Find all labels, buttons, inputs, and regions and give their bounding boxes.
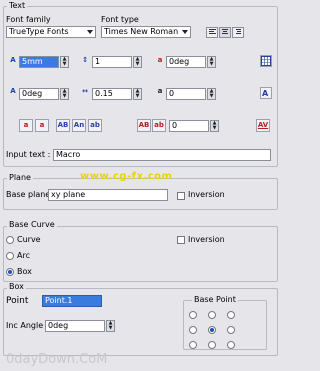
arrow-down-icon[interactable]: ▼: [208, 94, 215, 99]
font-family-dropdown[interactable]: TrueType Fonts: [6, 26, 96, 38]
font-options-icon[interactable]: A: [260, 87, 272, 99]
base-point-top-right[interactable]: [227, 311, 235, 319]
font-type-label: Font type: [101, 15, 139, 24]
base-point-bottom-right[interactable]: [227, 341, 235, 349]
letter-a-icon: A: [262, 89, 269, 98]
arrow-down-icon[interactable]: ▼: [134, 62, 141, 67]
radio-arc[interactable]: [6, 252, 14, 260]
text-size-field[interactable]: 5mm: [19, 56, 59, 68]
radio-box[interactable]: [6, 268, 14, 276]
inc-angle-field[interactable]: 0deg: [45, 320, 105, 332]
lowercase-button[interactable]: ab: [88, 119, 102, 132]
spacing2-icon: a: [157, 87, 163, 95]
subscript-button[interactable]: a: [35, 119, 49, 132]
ratio-spinner[interactable]: ▲ ▼: [133, 56, 142, 68]
font-type-value: Times New Roman: [104, 27, 179, 36]
radio-arc-label: Arc: [17, 251, 30, 260]
base-point-middle-right[interactable]: [227, 326, 235, 334]
slant-spinner[interactable]: ▲ ▼: [207, 56, 216, 68]
ratio-icon: ↕: [82, 56, 88, 64]
plane-section-title: Plane: [7, 173, 33, 182]
base-point-label: Base Point: [192, 295, 238, 304]
radio-curve[interactable]: [6, 236, 14, 244]
input-text-field[interactable]: Macro: [53, 149, 271, 161]
svg-text:A: A: [262, 89, 269, 98]
chevron-down-icon: [182, 30, 188, 34]
arrow-down-icon[interactable]: ▼: [211, 126, 218, 131]
av-kerning-icon[interactable]: AV: [256, 119, 270, 132]
text-size-spinner[interactable]: ▲ ▼: [60, 56, 69, 68]
plane-inversion-checkbox[interactable]: [177, 192, 185, 200]
point-field[interactable]: Point.1: [42, 295, 102, 307]
ratio-field[interactable]: 1: [92, 56, 132, 68]
slant-icon: a: [157, 56, 163, 64]
arrow-down-icon[interactable]: ▼: [134, 94, 141, 99]
spacing-field[interactable]: 0.15: [92, 88, 132, 100]
case-lower-button[interactable]: ab: [152, 119, 166, 132]
radio-curve-label: Curve: [17, 235, 41, 244]
spacing2-spinner[interactable]: ▲ ▼: [207, 88, 216, 100]
capitalize-button[interactable]: An: [72, 119, 86, 132]
text-section-title: Text: [7, 1, 28, 10]
base-plane-label: Base plane: [6, 190, 51, 199]
inc-angle-label: Inc Angle: [6, 321, 44, 330]
slant-field[interactable]: 0deg: [166, 56, 206, 68]
point-label: Point: [6, 296, 29, 306]
curve-inversion-label: Inversion: [188, 235, 225, 244]
base-point-bottom-left[interactable]: [189, 341, 197, 349]
radio-box-label: Box: [17, 267, 32, 276]
font-family-value: TrueType Fonts: [9, 27, 69, 36]
watermark-bottom: 0dayDown.CoM: [6, 352, 108, 367]
curve-inversion-checkbox[interactable]: [177, 236, 185, 244]
font-family-label: Font family: [6, 15, 51, 24]
base-curve-section-title: Base Curve: [7, 220, 57, 229]
spacing-spinner[interactable]: ▲ ▼: [133, 88, 142, 100]
align-right-button[interactable]: [232, 27, 244, 38]
spacing2-field[interactable]: 0: [166, 88, 206, 100]
rotation-field[interactable]: 0deg: [19, 88, 59, 100]
align-left-button[interactable]: [206, 27, 218, 38]
uppercase-button[interactable]: AB: [56, 119, 70, 132]
box-section-title: Box: [7, 282, 26, 291]
base-point-bottom-center[interactable]: [208, 341, 216, 349]
base-point-top-center[interactable]: [208, 311, 216, 319]
watermark-center: www.cg-fx.com: [80, 171, 173, 182]
grid-icon: [261, 56, 271, 66]
case-upper-button[interactable]: AB: [137, 119, 151, 132]
case-field[interactable]: 0: [169, 120, 209, 132]
text-size-icon: A: [10, 56, 16, 64]
case-spinner[interactable]: ▲ ▼: [210, 120, 219, 132]
arrow-down-icon[interactable]: ▼: [61, 62, 68, 67]
base-point-middle-center[interactable]: [208, 326, 216, 334]
rotation-spinner[interactable]: ▲ ▼: [60, 88, 69, 100]
arrow-down-icon[interactable]: ▼: [61, 94, 68, 99]
table-icon[interactable]: [260, 55, 272, 67]
align-center-button[interactable]: [219, 27, 231, 38]
arrow-down-icon[interactable]: ▼: [107, 326, 114, 331]
spacing-icon: ↔: [82, 87, 88, 95]
plane-inversion-label: Inversion: [188, 190, 225, 199]
inc-angle-spinner[interactable]: ▲ ▼: [106, 320, 115, 332]
base-point-middle-left[interactable]: [189, 326, 197, 334]
arrow-down-icon[interactable]: ▼: [208, 62, 215, 67]
font-type-dropdown[interactable]: Times New Roman: [101, 26, 191, 38]
chevron-down-icon: [87, 30, 93, 34]
base-curve-frame: [3, 226, 278, 282]
base-point-top-left[interactable]: [189, 311, 197, 319]
base-plane-field[interactable]: xy plane: [48, 189, 168, 201]
input-text-label: Input text :: [6, 150, 51, 159]
rotation-icon: A: [10, 87, 16, 95]
superscript-button[interactable]: a: [19, 119, 33, 132]
